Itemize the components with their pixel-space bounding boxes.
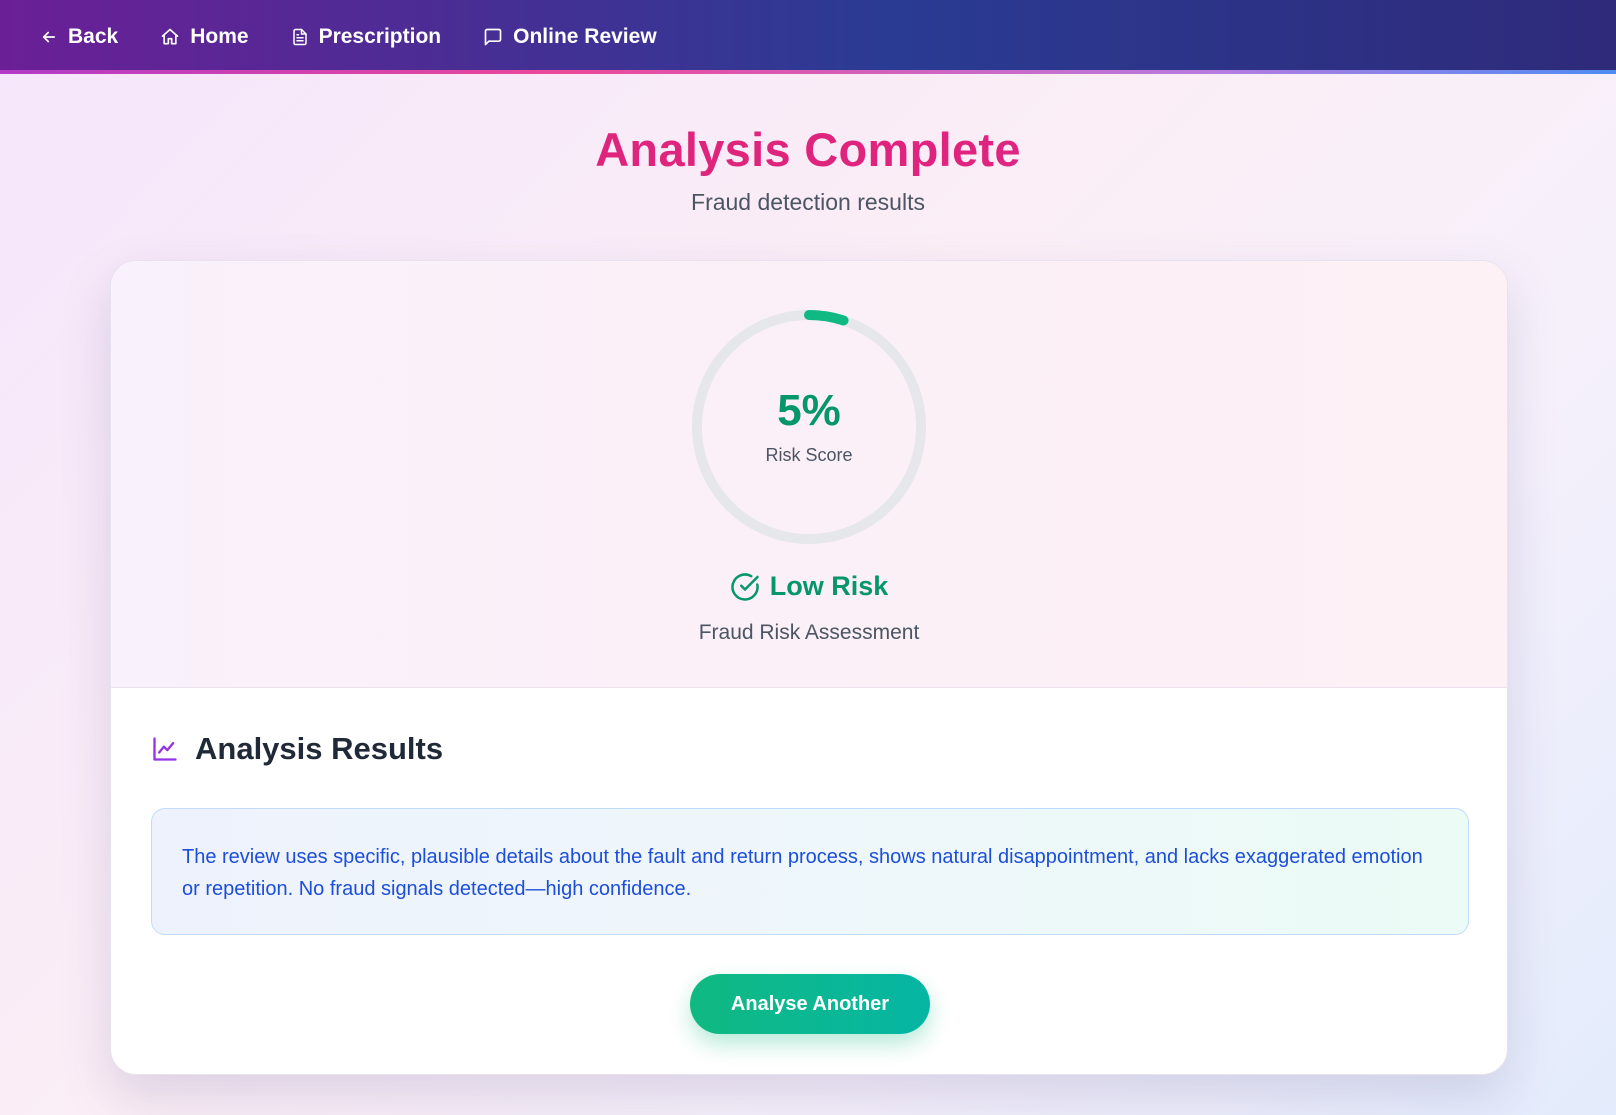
risk-score-value: 5% <box>777 385 841 435</box>
home-icon <box>161 28 179 45</box>
chart-line-icon <box>153 737 177 761</box>
nav-back[interactable]: Back <box>40 17 118 57</box>
message-icon <box>484 28 502 46</box>
risk-level-badge: Low Risk <box>111 571 1507 602</box>
page-title: Analysis Complete <box>0 122 1616 177</box>
page-header: Analysis Complete Fraud detection result… <box>0 122 1616 216</box>
top-navbar: Back Home Prescription Online Review <box>0 0 1616 74</box>
nav-online-review[interactable]: Online Review <box>483 17 657 57</box>
risk-assessment-caption: Fraud Risk Assessment <box>698 621 920 644</box>
analysis-results-heading: Analysis Results <box>151 731 443 767</box>
gauge-center: 5% Risk Score <box>687 305 931 549</box>
analysis-explanation: The review uses specific, plausible deta… <box>151 808 1469 935</box>
nav-back-label: Back <box>68 25 119 48</box>
nav-prescription[interactable]: Prescription <box>291 17 442 57</box>
results-card: 5% Risk Score Low Risk Fraud Risk Assess… <box>110 260 1508 1075</box>
risk-level-label: Low Risk <box>769 571 889 601</box>
document-icon <box>292 28 307 46</box>
risk-summary-panel: 5% Risk Score Low Risk Fraud Risk Assess… <box>111 261 1507 688</box>
nav-online-review-label: Online Review <box>513 25 657 48</box>
analysis-results-title: Analysis Results <box>195 731 444 766</box>
check-circle-icon <box>731 572 759 601</box>
risk-score-label: Risk Score <box>765 444 853 465</box>
analyse-another-button[interactable]: Analyse Another <box>690 974 930 1034</box>
nav-prescription-label: Prescription <box>318 25 442 48</box>
arrow-left-icon <box>42 31 56 43</box>
risk-gauge: 5% Risk Score <box>687 305 931 549</box>
nav-home-label: Home <box>190 25 249 48</box>
page-subtitle: Fraud detection results <box>691 189 925 215</box>
nav-home[interactable]: Home <box>160 17 249 57</box>
